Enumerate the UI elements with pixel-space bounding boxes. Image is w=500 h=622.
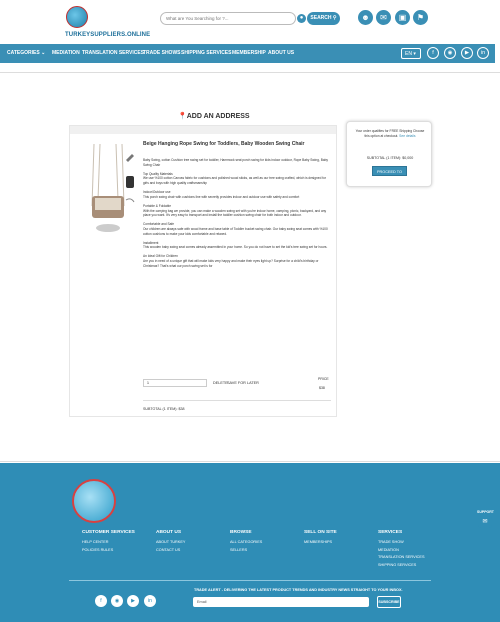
cart-item-card: Beige Hanging Rope Swing for Toddlers, B…: [69, 125, 337, 417]
search-button[interactable]: SEARCH ⚲: [307, 12, 340, 25]
youtube-icon[interactable]: ▶: [127, 595, 139, 607]
proceed-to-buy-button[interactable]: PROCEED TO BUY: [372, 166, 407, 184]
subscribe-button[interactable]: SUBSCRIBE: [377, 596, 401, 608]
nav-about-us[interactable]: ABOUT US: [268, 44, 294, 63]
chat-icon[interactable]: ✉: [376, 10, 391, 25]
search-input[interactable]: [160, 12, 296, 25]
see-details-link[interactable]: See details: [399, 134, 415, 138]
logo-globe-icon: [66, 6, 88, 28]
item-subtotal: SUBTOTAL (1 ITEM): $38: [143, 407, 185, 411]
product-description: Baby Swing, cotton Cushion tree swing se…: [143, 158, 328, 273]
footer-link[interactable]: TRANSLATION SERVICES: [378, 554, 425, 562]
product-title[interactable]: Beige Hanging Rope Swing for Toddlers, B…: [143, 141, 333, 147]
footer-link[interactable]: ABOUT TURKEY: [156, 539, 185, 547]
logo-text: TURKEYSUPPLIERS.ONLINE: [65, 32, 151, 38]
footer-link[interactable]: SELLERS: [230, 547, 262, 555]
order-summary: Your order qualifies for FREE Shipping C…: [346, 121, 432, 187]
main-nav: CATEGORIES ⌄ MEDIATION TRANSLATION SERVI…: [0, 44, 500, 63]
search-clear-icon[interactable]: ●: [297, 14, 306, 23]
site-logo[interactable]: TURKEYSUPPLIERS.ONLINE: [62, 6, 150, 40]
footer-col-sell-on-site: SELL ON SITE MEMBERSHIPS: [304, 530, 337, 547]
search-bar: ● SEARCH ⚲: [160, 12, 340, 25]
footer-link[interactable]: HELP CENTER: [82, 539, 135, 547]
language-select[interactable]: EN ▾: [401, 48, 421, 59]
location-pin-icon: 📍: [178, 113, 187, 120]
header: TURKEYSUPPLIERS.ONLINE ● SEARCH ⚲ ☻ ✉ ▣ …: [0, 0, 500, 44]
product-image[interactable]: [78, 140, 136, 240]
linkedin-icon[interactable]: in: [144, 595, 156, 607]
nav-membership[interactable]: MEMBERSHIP: [232, 44, 266, 63]
footer-link[interactable]: SHIPPING SERVICES: [378, 562, 425, 570]
desc-paragraph: Top Quality Materials We use %100 cotton…: [143, 171, 326, 185]
summary-subtotal: SUBTOTAL (1 ITEM): $0,000: [366, 156, 414, 160]
price-value: $38: [319, 386, 325, 390]
footer-col-about-us: ABOUT US ABOUT TURKEY CONTACT US: [156, 530, 185, 554]
instagram-icon[interactable]: ◉: [111, 595, 123, 607]
cart-icon[interactable]: ▣: [395, 10, 410, 25]
quantity-input[interactable]: 1: [143, 379, 207, 387]
footer-divider: [69, 580, 431, 581]
footer-logo[interactable]: [70, 477, 122, 525]
shop-icon[interactable]: ⚑: [413, 10, 428, 25]
add-address-link[interactable]: 📍ADD AN ADDRESS: [178, 112, 250, 120]
nav-mediation[interactable]: MEDIATION: [52, 44, 80, 63]
footer-col-services: SERVICES TRADE SHOW MEDIATION TRANSLATIO…: [378, 530, 425, 569]
nav-shipping-services[interactable]: SHIPPING SERVICES: [181, 44, 231, 63]
quantity-row: 1 DELETE SAVE FOR LATER PRICE $38: [143, 375, 331, 401]
nav-trade-shows[interactable]: TRADE SHOWS: [143, 44, 181, 63]
desc-paragraph: Baby Swing, cotton Cushion tree swing se…: [143, 158, 328, 167]
categories-dropdown[interactable]: CATEGORIES ⌄: [7, 44, 45, 63]
footer-link[interactable]: POLICIES RULES: [82, 547, 135, 555]
newsletter-email-input[interactable]: Email: [193, 597, 369, 607]
footer-link[interactable]: MEDIATION: [378, 547, 425, 555]
instagram-icon[interactable]: ◉: [444, 47, 456, 59]
footer-col-browse: BROWSE ALL CATEGORIES SELLERS: [230, 530, 262, 554]
footer-link[interactable]: CONTACT US: [156, 547, 185, 555]
footer-col-customer-services: CUSTOMER SERVICES HELP CENTER POLICIES R…: [82, 530, 135, 554]
desc-paragraph: Portable & Foldable With the carrying ba…: [143, 203, 327, 218]
footer-link[interactable]: TRADE SHOW: [378, 539, 425, 547]
footer-globe-icon: [72, 479, 116, 523]
save-for-later-button[interactable]: SAVE FOR LATER: [227, 381, 259, 385]
free-shipping-note: Your order qualifies for FREE Shipping C…: [355, 129, 425, 138]
desc-paragraph: Indoor/Outdoor use This porch swing chai…: [143, 190, 300, 199]
delete-button[interactable]: DELETE: [213, 381, 228, 385]
facebook-icon[interactable]: f: [427, 47, 439, 59]
footer-link[interactable]: MEMBERSHIPS: [304, 539, 337, 547]
user-icon[interactable]: ☻: [358, 10, 373, 25]
trade-alert-label: TRADE ALERT - DELIVERING THE LATEST PROD…: [194, 588, 403, 592]
youtube-icon[interactable]: ▶: [461, 47, 473, 59]
support-widget[interactable]: SUPPORT ✉: [477, 510, 494, 530]
nav-translation-services[interactable]: TRANSLATION SERVICES: [82, 44, 144, 63]
footer: CUSTOMER SERVICES HELP CENTER POLICIES R…: [0, 463, 500, 622]
linkedin-icon[interactable]: in: [477, 47, 489, 59]
price-label: PRICE: [318, 377, 329, 381]
support-chat-icon: ✉: [478, 516, 492, 528]
facebook-icon[interactable]: f: [95, 595, 107, 607]
desc-paragraph: Installment This wooden baby swing seat …: [143, 240, 328, 250]
footer-link[interactable]: ALL CATEGORIES: [230, 539, 262, 547]
desc-paragraph: An Ideal Gift for Children Are you in ne…: [143, 254, 319, 268]
cart-page: 📍ADD AN ADDRESS Beige Hanging Rope Swing…: [0, 72, 500, 462]
desc-paragraph: Comfortable and Safe Our children are al…: [143, 222, 328, 236]
